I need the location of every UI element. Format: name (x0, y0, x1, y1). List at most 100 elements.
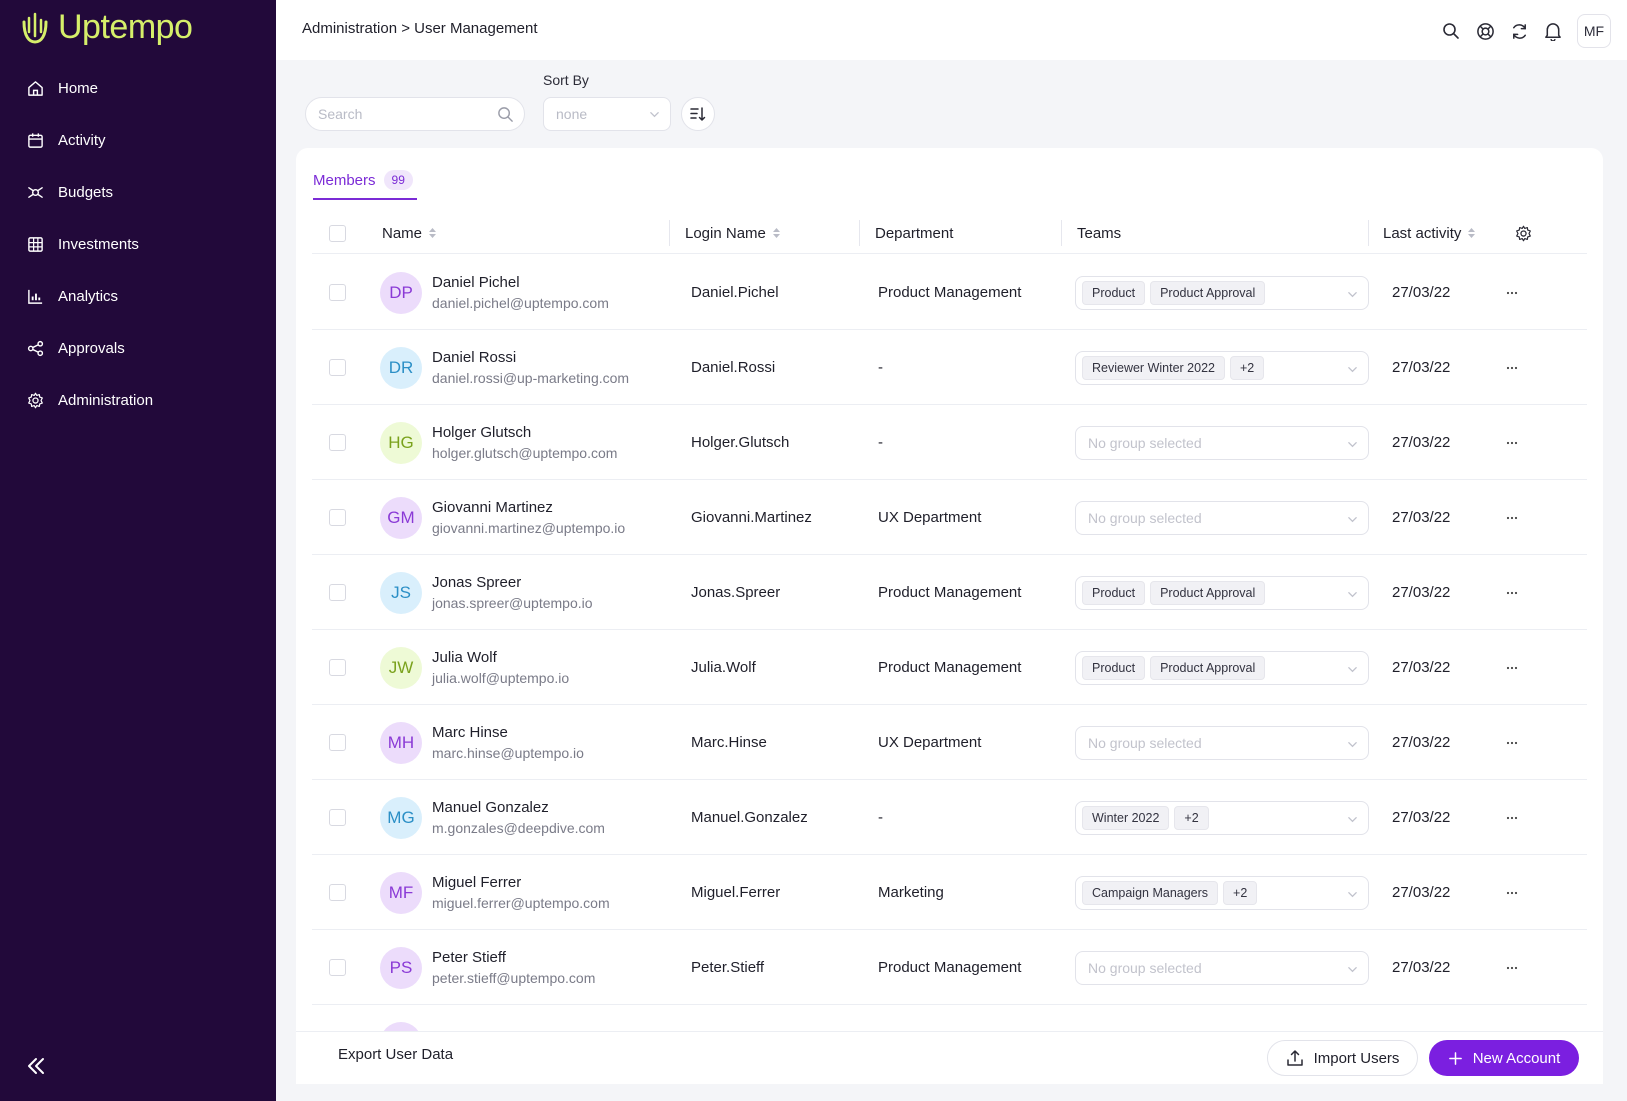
column-settings-button[interactable] (1515, 212, 1532, 254)
column-login-label: Login Name (685, 224, 766, 242)
more-options-button[interactable] (1500, 656, 1524, 680)
sidebar-item-approvals[interactable]: Approvals (0, 322, 276, 374)
new-account-button[interactable]: New Account (1429, 1040, 1579, 1076)
sidebar-item-label: Home (58, 79, 99, 97)
more-options-button[interactable] (1500, 881, 1524, 905)
column-header-name[interactable]: Name (382, 212, 437, 254)
help-icon[interactable] (1475, 21, 1495, 41)
login-cell: Daniel.Rossi (691, 359, 776, 376)
row-checkbox[interactable] (329, 284, 346, 301)
row-actions-cell (1500, 330, 1524, 405)
last-activity-cell: 27/03/22 (1392, 959, 1451, 976)
avatar: HG (380, 421, 422, 464)
teams-select[interactable]: No group selected (1075, 950, 1369, 985)
team-chip: Product Approval (1150, 580, 1266, 605)
column-divider (669, 220, 670, 246)
import-users-button[interactable]: Import Users (1267, 1040, 1418, 1076)
search-input[interactable] (318, 106, 488, 122)
tab-members[interactable]: Members 99 (313, 162, 417, 200)
export-user-data-button[interactable]: Export User Data (338, 1046, 453, 1063)
chevron-down-icon (1348, 741, 1357, 747)
sidebar-item-administration[interactable]: Administration (0, 374, 276, 426)
table-row[interactable]: PS Peter Stieff peter.stieff@uptempo.com Pe… (312, 930, 1587, 1005)
chevron-down-icon (1348, 516, 1357, 522)
user-name-block: Daniel Rossi daniel.rossi@up-marketing.co… (432, 349, 629, 386)
more-options-button[interactable] (1500, 356, 1524, 380)
row-checkbox[interactable] (329, 734, 346, 751)
table-row[interactable]: DR Daniel Rossi daniel.rossi@up-marketing.… (312, 330, 1587, 405)
teams-cell: Product Product Approval (1075, 555, 1369, 630)
row-checkbox[interactable] (329, 809, 346, 826)
user-name: Peter Stieff (432, 949, 506, 966)
user-cell: DR Daniel Rossi daniel.rossi@up-marketing.… (380, 330, 629, 405)
last-activity-cell: 27/03/22 (1392, 659, 1451, 676)
sidebar-item-label: Administration (58, 391, 154, 409)
more-options-button[interactable] (1500, 731, 1524, 755)
sidebar-item-home[interactable]: Home (0, 62, 276, 114)
column-header-login[interactable]: Login Name (685, 212, 781, 254)
login-cell: Holger.Glutsch (691, 434, 790, 451)
bell-icon[interactable] (1543, 21, 1563, 41)
row-actions-cell (1500, 555, 1524, 630)
sort-direction-button[interactable] (681, 97, 715, 131)
refresh-icon[interactable] (1509, 21, 1529, 41)
chevron-down-icon (650, 112, 659, 118)
sidebar-item-analytics[interactable]: Analytics (0, 270, 276, 322)
more-options-button[interactable] (1500, 806, 1524, 830)
table-row[interactable]: JW Julia Wolf julia.wolf@uptempo.io Julia.W… (312, 630, 1587, 705)
more-options-button[interactable] (1500, 581, 1524, 605)
teams-select[interactable]: No group selected (1075, 725, 1369, 760)
column-header-last-activity[interactable]: Last activity (1383, 212, 1476, 254)
more-options-button[interactable] (1500, 431, 1524, 455)
user-email: julia.wolf@uptempo.io (432, 670, 570, 686)
teams-select[interactable]: Winter 2022 +2 (1075, 800, 1369, 835)
search-icon[interactable] (497, 106, 514, 123)
table-row[interactable]: DP Daniel Pichel daniel.pichel@uptempo.com… (312, 255, 1587, 330)
more-options-button[interactable] (1500, 281, 1524, 305)
members-card: Members 99 Name Login Name Department Te… (296, 148, 1603, 1084)
ellipsis-icon (1506, 741, 1518, 744)
row-checkbox[interactable] (329, 659, 346, 676)
user-name: Holger Glutsch (432, 424, 532, 441)
select-all-checkbox[interactable] (329, 224, 346, 242)
row-select-cell (329, 855, 346, 930)
row-checkbox[interactable] (329, 509, 346, 526)
table-row[interactable]: MH Marc Hinse marc.hinse@uptempo.io Marc.Hi… (312, 705, 1587, 780)
teams-select[interactable]: No group selected (1075, 425, 1369, 460)
uptempo-logo[interactable]: Uptempo (20, 8, 193, 47)
search-icon[interactable] (1441, 21, 1461, 41)
table-row[interactable]: MF Miguel Ferrer miguel.ferrer@uptempo.com… (312, 855, 1587, 930)
sidebar-item-investments[interactable]: Investments (0, 218, 276, 270)
row-checkbox[interactable] (329, 359, 346, 376)
user-cell: DP Daniel Pichel daniel.pichel@uptempo.com (380, 255, 609, 330)
user-avatar[interactable]: MF (1577, 14, 1611, 48)
sidebar-item-label: Budgets (58, 183, 114, 201)
team-chip: Winter 2022 (1082, 805, 1170, 830)
sidebar-item-activity[interactable]: Activity (0, 114, 276, 166)
user-name: Julia Wolf (432, 649, 497, 666)
table-header: Name Login Name Department Teams Last ac… (312, 212, 1587, 254)
more-options-button[interactable] (1500, 506, 1524, 530)
sort-by-value: none (556, 106, 588, 122)
row-checkbox[interactable] (329, 434, 346, 451)
table-row[interactable]: HG Holger Glutsch holger.glutsch@uptempo.c… (312, 405, 1587, 480)
table-row[interactable]: MG Manuel Gonzalez m.gonzales@deepdive.com… (312, 780, 1587, 855)
teams-select[interactable]: Product Product Approval (1075, 650, 1369, 685)
sort-by-select[interactable]: none (543, 97, 671, 131)
row-checkbox[interactable] (329, 959, 346, 976)
chevron-down-icon (1348, 441, 1357, 447)
table-row[interactable]: JS Jonas Spreer jonas.spreer@uptempo.io Jon… (312, 555, 1587, 630)
table-row[interactable]: GM Giovanni Martinez giovanni.martinez@upt… (312, 480, 1587, 555)
ellipsis-icon (1506, 591, 1518, 594)
row-checkbox[interactable] (329, 884, 346, 901)
team-chip: Product Approval (1150, 280, 1266, 305)
teams-select[interactable]: No group selected (1075, 500, 1369, 535)
teams-select[interactable]: Reviewer Winter 2022 +2 (1075, 350, 1369, 385)
collapse-sidebar-button[interactable] (24, 1054, 48, 1078)
sidebar-item-budgets[interactable]: Budgets (0, 166, 276, 218)
row-checkbox[interactable] (329, 584, 346, 601)
more-options-button[interactable] (1500, 956, 1524, 980)
teams-select[interactable]: Product Product Approval (1075, 575, 1369, 610)
teams-select[interactable]: Product Product Approval (1075, 275, 1369, 310)
teams-select[interactable]: Campaign Managers +2 (1075, 875, 1369, 910)
